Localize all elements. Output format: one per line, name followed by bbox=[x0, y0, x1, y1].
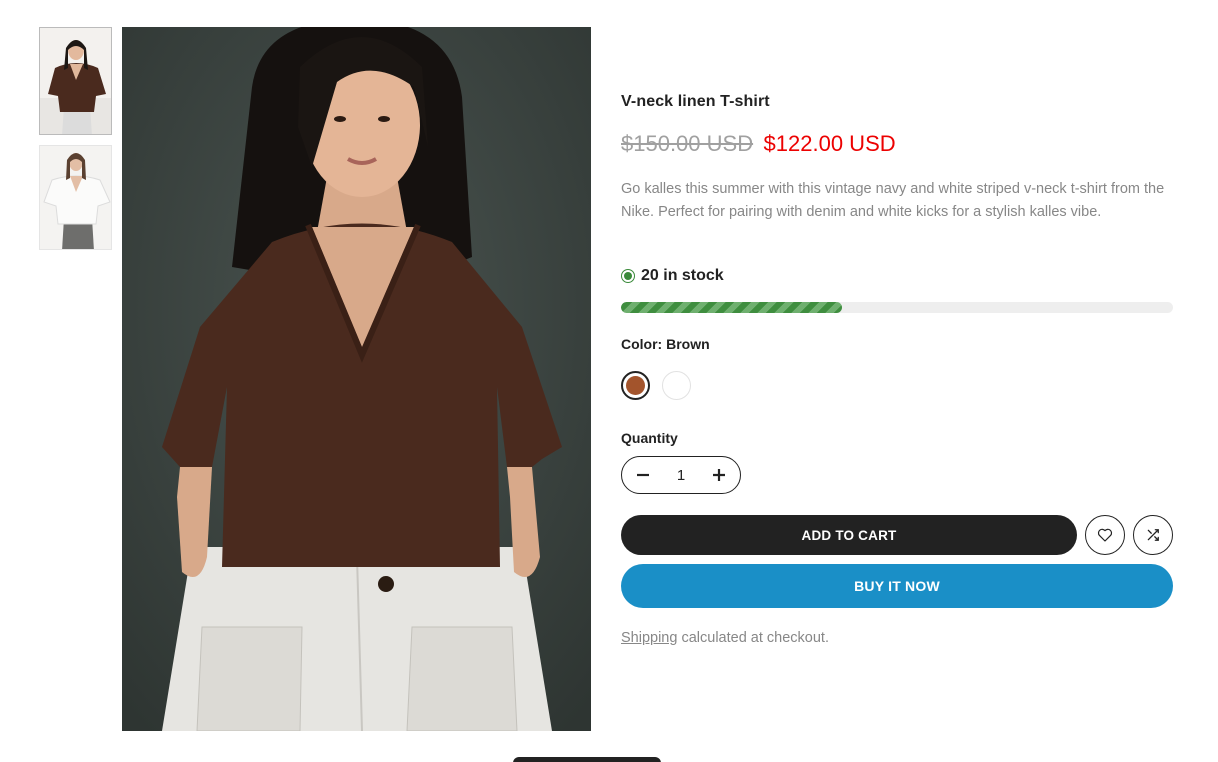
thumbnail-brown-image bbox=[40, 28, 111, 134]
quantity-increase-button[interactable] bbox=[710, 466, 728, 484]
quantity-stepper bbox=[621, 456, 741, 494]
quantity-label: Quantity bbox=[621, 430, 678, 446]
selected-color-name: Brown bbox=[666, 336, 710, 352]
buy-now-button[interactable]: BUY IT NOW bbox=[621, 564, 1173, 608]
cart-actions: ADD TO CART bbox=[621, 515, 1173, 555]
bottom-sticky-tab[interactable] bbox=[513, 757, 661, 762]
stock-text: 20 in stock bbox=[641, 267, 724, 284]
thumbnail-brown-shirt[interactable] bbox=[39, 27, 112, 135]
color-swatches bbox=[621, 371, 691, 400]
stock-status: 20 in stock bbox=[621, 267, 724, 285]
stock-progress-bar bbox=[621, 302, 1173, 313]
product-title: V-neck linen T-shirt bbox=[621, 93, 770, 110]
swatch-white-fill bbox=[666, 375, 687, 396]
stock-progress-fill bbox=[621, 302, 842, 313]
thumbnail-white-shirt[interactable] bbox=[39, 145, 112, 250]
original-price: $150.00 USD bbox=[621, 131, 754, 156]
thumbnail-white-image bbox=[40, 146, 111, 249]
price-block: $150.00 USD $122.00 USD bbox=[621, 131, 896, 157]
shipping-text: calculated at checkout. bbox=[681, 630, 829, 646]
sale-price: $122.00 USD bbox=[763, 131, 896, 156]
stock-indicator-icon bbox=[621, 269, 635, 283]
main-product-image[interactable] bbox=[122, 27, 591, 731]
add-to-cart-button[interactable]: ADD TO CART bbox=[621, 515, 1077, 555]
plus-icon bbox=[713, 469, 725, 481]
swatch-white[interactable] bbox=[662, 371, 691, 400]
swatch-brown-fill bbox=[626, 376, 645, 395]
quantity-input[interactable] bbox=[661, 466, 701, 484]
color-label-prefix: Color: bbox=[621, 336, 663, 352]
thumbnail-gallery bbox=[39, 27, 112, 250]
quantity-decrease-button[interactable] bbox=[634, 466, 652, 484]
minus-icon bbox=[637, 473, 649, 477]
compare-button[interactable] bbox=[1133, 515, 1173, 555]
heart-icon bbox=[1097, 528, 1113, 542]
product-description: Go kalles this summer with this vintage … bbox=[621, 181, 1165, 220]
shipping-note: Shipping calculated at checkout. bbox=[621, 630, 829, 646]
shuffle-icon bbox=[1147, 529, 1159, 541]
shipping-link[interactable]: Shipping bbox=[621, 630, 677, 646]
color-label: Color: Brown bbox=[621, 336, 710, 352]
model-brown-shirt-image bbox=[122, 27, 591, 731]
wishlist-button[interactable] bbox=[1085, 515, 1125, 555]
swatch-brown[interactable] bbox=[621, 371, 650, 400]
